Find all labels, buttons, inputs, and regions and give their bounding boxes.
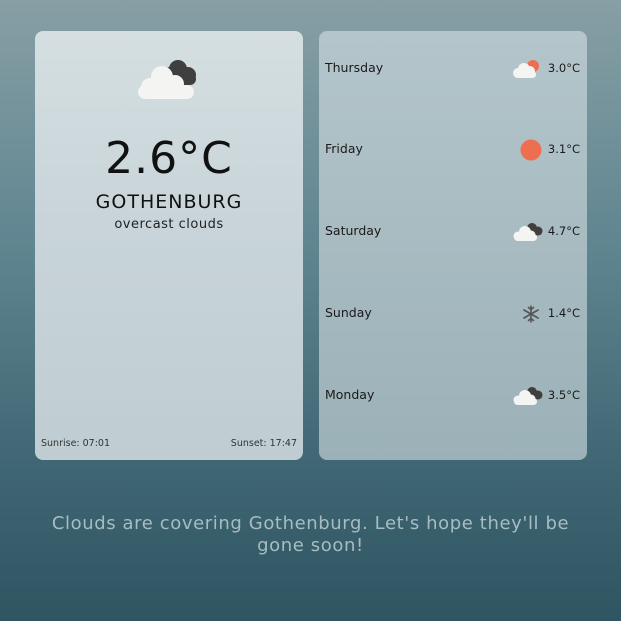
forecast-temperature: 4.7°C	[547, 224, 580, 238]
current-temperature: 2.6°C	[105, 133, 233, 184]
forecast-card: Thursday 3.0°C Friday 3.1°C Saturday 4.7…	[319, 31, 587, 460]
city-name: GOTHENBURG	[95, 191, 243, 213]
forecast-day: Monday	[325, 387, 375, 402]
partly-cloudy-icon	[513, 60, 539, 78]
forecast-temperature: 3.1°C	[547, 142, 580, 156]
forecast-day: Sunday	[325, 305, 372, 320]
sunset-time: Sunset: 17:47	[230, 438, 297, 449]
forecast-day: Thursday	[325, 60, 384, 75]
forecast-row-friday: Friday 3.1°C	[319, 137, 587, 161]
forecast-day: Saturday	[325, 223, 382, 238]
weather-description: overcast clouds	[114, 217, 224, 232]
weather-message: Clouds are covering Gothenburg. Let's ho…	[51, 513, 570, 556]
forecast-temperature: 3.5°C	[547, 388, 580, 402]
forecast-row-saturday: Saturday 4.7°C	[319, 219, 587, 243]
forecast-row-sunday: Sunday 1.4°C	[319, 301, 587, 325]
forecast-day: Friday	[325, 141, 363, 156]
overcast-cloud-icon	[138, 60, 196, 99]
forecast-temperature: 3.0°C	[547, 61, 580, 75]
cloud-icon	[513, 223, 543, 241]
snow-icon	[523, 305, 539, 323]
current-weather-card: 2.6°C GOTHENBURG overcast clouds Sunrise…	[35, 31, 303, 460]
forecast-row-monday: Monday 3.5°C	[319, 383, 587, 407]
cloud-icon	[513, 387, 543, 405]
sun-icon	[520, 139, 542, 161]
forecast-row-thursday: Thursday 3.0°C	[319, 56, 587, 80]
sunrise-time: Sunrise: 07:01	[41, 438, 111, 449]
forecast-temperature: 1.4°C	[547, 306, 580, 320]
